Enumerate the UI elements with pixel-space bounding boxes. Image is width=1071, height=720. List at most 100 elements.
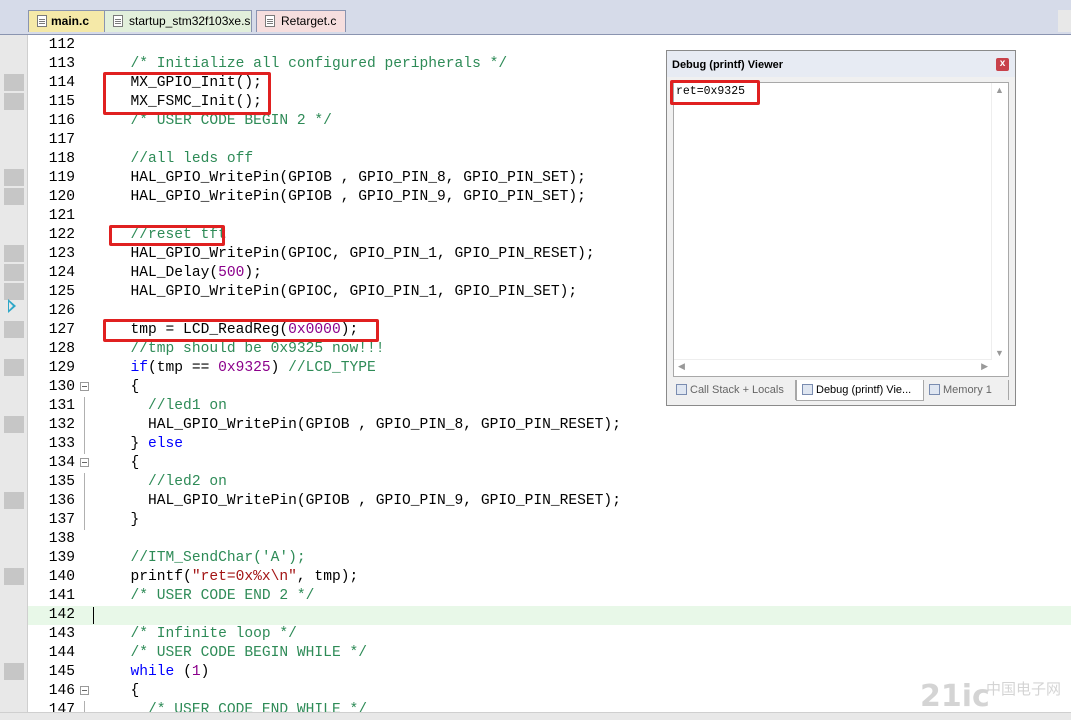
code-text: /* USER CODE BEGIN WHILE */	[130, 645, 367, 661]
code-marker[interactable]	[4, 264, 24, 281]
code-marker[interactable]	[4, 74, 24, 91]
code-marker[interactable]	[4, 321, 24, 338]
tab-scroll[interactable]	[1058, 10, 1071, 32]
code-line[interactable]: 138	[28, 530, 1071, 549]
debug-printf-viewer: Debug (printf) Viewer x ret=0x9325 ▲ ▼ ◀…	[666, 50, 1016, 406]
scroll-right-icon[interactable]: ▶	[981, 361, 988, 372]
breakpoint-gutter[interactable]	[0, 35, 28, 715]
line-number: 141	[48, 588, 75, 604]
code-line[interactable]: 133 } else	[28, 435, 1071, 454]
code-marker[interactable]	[4, 245, 24, 262]
debug-viewer-titlebar[interactable]: Debug (printf) Viewer x	[667, 51, 1015, 77]
line-number: 134	[48, 455, 75, 471]
code-text: HAL_GPIO_WritePin(GPIOB , GPIO_PIN_8, GP…	[113, 170, 586, 186]
code-marker[interactable]	[4, 188, 24, 205]
code-line[interactable]: 134 {	[28, 454, 1071, 473]
code-line[interactable]: 144 /* USER CODE BEGIN WHILE */	[28, 644, 1071, 663]
code-text: /* USER CODE END 2 */	[130, 588, 315, 604]
fold-guide	[84, 416, 85, 435]
tab-memory-1[interactable]: Memory 1	[924, 380, 1009, 400]
code-marker[interactable]	[4, 283, 24, 300]
code-line[interactable]: 132 HAL_GPIO_WritePin(GPIOB , GPIO_PIN_8…	[28, 416, 1071, 435]
code-marker[interactable]	[4, 492, 24, 509]
debug-viewer-icon	[802, 384, 813, 395]
code-line[interactable]: 140 printf("ret=0x%x\n", tmp);	[28, 568, 1071, 587]
line-number: 129	[48, 360, 75, 376]
line-number: 125	[48, 284, 75, 300]
code-text: printf("ret=0x%x\n", tmp);	[113, 569, 359, 585]
code-line[interactable]: 141 /* USER CODE END 2 */	[28, 587, 1071, 606]
code-text: //led1 on	[148, 398, 227, 414]
fold-guide	[84, 473, 85, 492]
code-text: HAL_GPIO_WritePin(GPIOB , GPIO_PIN_9, GP…	[113, 493, 621, 509]
code-line[interactable]: 146 {	[28, 682, 1071, 701]
line-number: 133	[48, 436, 75, 452]
line-number: 130	[48, 379, 75, 395]
fold-collapse-icon[interactable]	[80, 686, 89, 695]
code-marker[interactable]	[4, 663, 24, 680]
line-number: 135	[48, 474, 75, 490]
asm-file-icon	[113, 15, 123, 27]
fold-guide	[84, 397, 85, 416]
site-logo-watermark: 21ic 中国电子网	[920, 679, 1061, 714]
close-icon[interactable]: x	[996, 58, 1009, 71]
code-text: HAL_GPIO_WritePin(GPIOB , GPIO_PIN_8, GP…	[113, 417, 621, 433]
line-number: 120	[48, 189, 75, 205]
code-text: {	[113, 455, 140, 471]
editor-tab-bar: main.c startup_stm32f103xe.s Retarget.c	[0, 0, 1071, 35]
code-line[interactable]: 137 }	[28, 511, 1071, 530]
code-marker[interactable]	[4, 169, 24, 186]
line-number: 142	[48, 607, 75, 623]
tab-call-stack-locals[interactable]: Call Stack + Locals	[671, 380, 796, 400]
code-marker[interactable]	[4, 359, 24, 376]
debug-viewer-title: Debug (printf) Viewer	[672, 59, 784, 71]
c-file-icon	[37, 15, 47, 27]
code-text: if(tmp == 0x9325) //LCD_TYPE	[130, 360, 376, 376]
tab-startup-s[interactable]: startup_stm32f103xe.s	[104, 10, 252, 32]
code-line[interactable]: 145 while (1)	[28, 663, 1071, 682]
tab-debug-printf-viewer[interactable]: Debug (printf) Vie...	[796, 380, 924, 401]
line-number: 116	[48, 113, 75, 129]
fold-guide	[84, 492, 85, 511]
highlight-readreg	[103, 319, 379, 342]
code-line[interactable]: 135 //led2 on	[28, 473, 1071, 492]
code-text: //tmp should be 0x9325 now!!!	[130, 341, 385, 357]
scroll-down-icon[interactable]: ▼	[995, 348, 1004, 358]
code-line[interactable]: 136 HAL_GPIO_WritePin(GPIOB , GPIO_PIN_9…	[28, 492, 1071, 511]
code-marker[interactable]	[4, 568, 24, 585]
fold-guide	[84, 435, 85, 454]
code-text: //ITM_SendChar('A');	[130, 550, 306, 566]
line-number: 113	[48, 56, 75, 72]
code-line[interactable]: 142	[28, 606, 1071, 625]
code-text: {	[113, 379, 140, 395]
code-line[interactable]: 139 //ITM_SendChar('A');	[28, 549, 1071, 568]
debug-output-pane[interactable]: ret=0x9325 ▲ ▼ ◀ ▶	[673, 82, 1009, 377]
code-marker[interactable]	[4, 416, 24, 433]
highlight-reset-tft	[109, 225, 225, 246]
code-text: /* Infinite loop */	[130, 626, 297, 642]
code-marker[interactable]	[4, 93, 24, 110]
scroll-up-icon[interactable]: ▲	[995, 85, 1004, 95]
fold-collapse-icon[interactable]	[80, 382, 89, 391]
tab-label: Memory 1	[943, 384, 992, 396]
debug-vertical-scrollbar[interactable]: ▲ ▼	[991, 83, 1008, 360]
memory-icon	[929, 384, 940, 395]
code-text: HAL_GPIO_WritePin(GPIOB , GPIO_PIN_9, GP…	[113, 189, 586, 205]
line-number: 115	[48, 94, 75, 110]
code-line[interactable]: 143 /* Infinite loop */	[28, 625, 1071, 644]
tab-retarget-c[interactable]: Retarget.c	[256, 10, 346, 32]
highlight-debug-output	[670, 80, 760, 105]
line-number: 128	[48, 341, 75, 357]
line-number: 124	[48, 265, 75, 281]
fold-collapse-icon[interactable]	[80, 458, 89, 467]
tab-label: main.c	[51, 14, 90, 28]
line-number: 117	[48, 132, 75, 148]
line-number: 138	[48, 531, 75, 547]
call-stack-icon	[676, 384, 687, 395]
debug-horizontal-scrollbar[interactable]: ◀ ▶	[674, 359, 992, 376]
scroll-left-icon[interactable]: ◀	[678, 361, 685, 372]
